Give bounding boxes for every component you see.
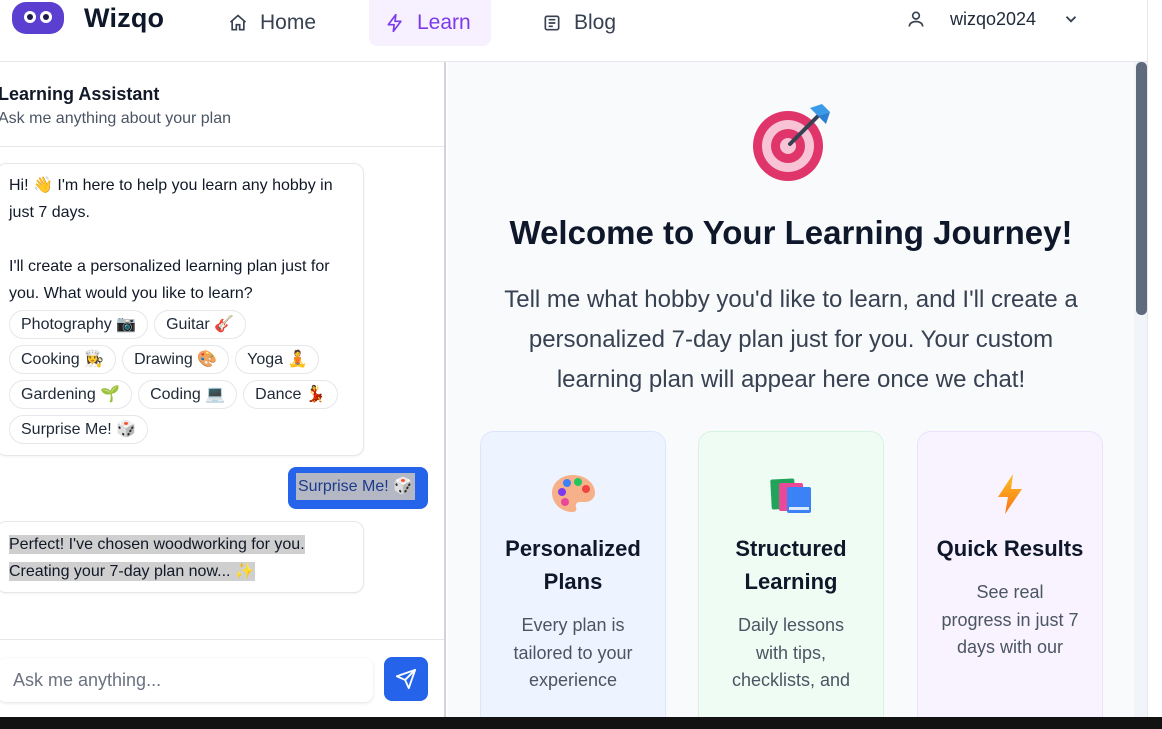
user-message: Surprise Me! 🎲 [288, 467, 428, 509]
bot-message-text: Creating your 7-day plan now... ✨ [9, 562, 255, 581]
chat-subtitle: Ask me anything about your plan [0, 110, 232, 127]
card-title: Structured Learning [735, 536, 847, 594]
books-icon [770, 478, 811, 513]
nav-learn[interactable]: Learn [369, 0, 491, 46]
welcome-description: Tell me what hobby you'd like to learn, … [504, 286, 1078, 393]
chip-coding[interactable]: Coding 💻 [138, 380, 238, 409]
chip-cooking[interactable]: Cooking 👩‍🍳 [9, 345, 117, 374]
card-title: Quick Results [936, 536, 1084, 561]
nav-learn-label: Learn [417, 11, 471, 34]
bot-message-text: Hi! 👋 I'm here to help you learn any hob… [9, 177, 333, 221]
chat-header: Learning Assistant Ask me anything about… [0, 62, 444, 147]
bot-message: Hi! 👋 I'm here to help you learn any hob… [0, 163, 364, 456]
taskbar-edge [0, 717, 1162, 729]
nav-blog-label: Blog [574, 11, 617, 34]
bot-message-text: Perfect! I've chosen woodworking for you… [9, 535, 305, 554]
card-text: Daily lessons with tips, checklists, and [731, 615, 851, 690]
bot-message-text: I'll create a personalized learning plan… [9, 258, 330, 302]
window-edge [1147, 0, 1162, 717]
user-icon [908, 11, 924, 27]
logo[interactable]: Wizqo [12, 2, 164, 34]
chat-input-bar [0, 639, 444, 717]
nav-home[interactable]: Home [212, 0, 332, 46]
chat-input[interactable] [0, 658, 373, 702]
chip-photography[interactable]: Photography 📷 [9, 310, 149, 339]
send-icon [395, 668, 417, 690]
app-window: Wizqo Home Learn Blog wizqo2024 Learning… [0, 0, 1147, 717]
lightning-icon [998, 474, 1022, 514]
welcome-title: Welcome to Your Learning Journey! [509, 214, 1073, 251]
brand-name: Wizqo [84, 2, 165, 33]
chip-dance[interactable]: Dance 💃 [243, 380, 338, 409]
chip-guitar[interactable]: Guitar 🎸 [154, 310, 247, 339]
lightning-icon [387, 13, 402, 33]
send-button[interactable] [384, 657, 428, 701]
user-menu[interactable]: wizqo2024 [906, 0, 1080, 38]
newspaper-icon [544, 15, 560, 31]
chat-title: Learning Assistant [0, 84, 160, 104]
chip-gardening[interactable]: Gardening 🌱 [9, 380, 133, 409]
chip-yoga[interactable]: Yoga 🧘 [235, 345, 320, 374]
feature-card: Structured Learning Daily lessons with t… [698, 431, 884, 717]
chevron-down-icon[interactable] [1062, 10, 1080, 28]
bot-message: Perfect! I've chosen woodworking for you… [0, 521, 364, 593]
user-message-text: Surprise Me! 🎲 [296, 473, 416, 500]
nav-blog[interactable]: Blog [526, 0, 632, 46]
chip-drawing[interactable]: Drawing 🎨 [122, 345, 230, 374]
scrollbar-thumb[interactable] [1136, 62, 1147, 315]
top-nav: Wizqo Home Learn Blog wizqo2024 [0, 0, 1147, 62]
home-icon [229, 14, 247, 31]
palette-icon [552, 475, 595, 512]
card-text: See real progress in just 7 days with ou… [941, 582, 1079, 657]
chat-panel: Learning Assistant Ask me anything about… [0, 62, 446, 717]
chip-surprise-me[interactable]: Surprise Me! 🎲 [9, 415, 149, 444]
feature-card: Quick Results See real progress in just … [917, 431, 1103, 717]
suggestion-chips: Photography 📷 Guitar 🎸 Cooking 👩‍🍳 Drawi… [9, 310, 355, 444]
target-icon [753, 104, 830, 181]
main-content: Welcome to Your Learning Journey! Tell m… [448, 62, 1134, 717]
nav-home-label: Home [260, 11, 317, 34]
card-title: Personalized Plans [505, 536, 641, 594]
feature-card: Personalized Plans Every plan is tailore… [480, 431, 666, 717]
robot-logo-icon [12, 2, 64, 34]
username: wizqo2024 [950, 8, 1037, 29]
card-text: Every plan is tailored to your experienc… [513, 615, 633, 690]
